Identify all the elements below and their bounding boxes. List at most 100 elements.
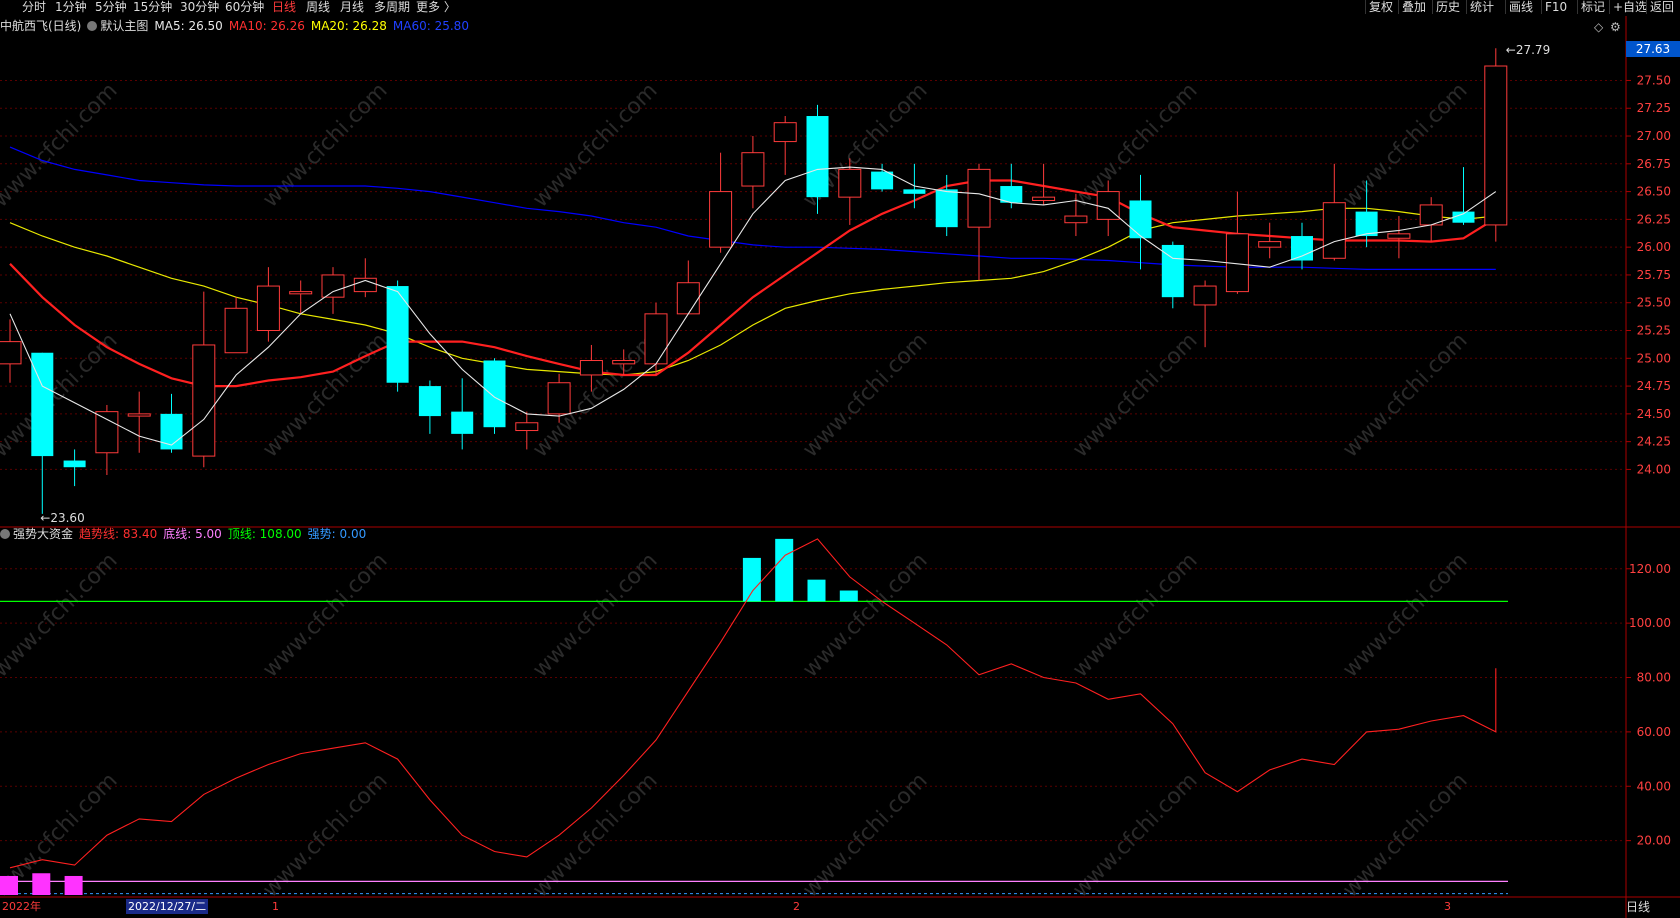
candle-body-up bbox=[838, 168, 862, 198]
toolbar-button-1[interactable]: 叠加 bbox=[1398, 0, 1429, 14]
watermark-text: www.cfchi.com bbox=[258, 768, 392, 902]
candle-body-down bbox=[483, 360, 506, 428]
watermark-text: www.cfchi.com bbox=[1068, 328, 1202, 462]
watermark-text: www.cfchi.com bbox=[1068, 768, 1202, 902]
toolbar-button-3[interactable]: 统计 bbox=[1466, 0, 1497, 14]
toolbar-button-7[interactable]: +自选 bbox=[1609, 0, 1650, 14]
low-strength-bar bbox=[32, 873, 51, 895]
watermark-text: www.cfchi.com bbox=[798, 768, 932, 902]
settings-icon[interactable]: ⚙ bbox=[1610, 20, 1621, 34]
indicator-header: 强势大资金 趋势线: 83.40 底线: 5.00 顶线: 108.00 强势: 0.0… bbox=[0, 528, 372, 542]
candle-body-up bbox=[967, 168, 991, 228]
indicator-tick-label: 120.00 bbox=[1629, 562, 1671, 576]
current-price-tag: 27.63 bbox=[1626, 41, 1680, 57]
main-chart-header: 中航西飞(日线) 默认主图 MA5: 26.50 MA10: 26.26 MA20: 2… bbox=[0, 20, 475, 34]
watermark-text: www.cfchi.com bbox=[258, 78, 392, 212]
price-tick-label: 26.25 bbox=[1637, 212, 1671, 226]
watermark-text: www.cfchi.com bbox=[1338, 768, 1472, 902]
indicator-tick-label: 80.00 bbox=[1637, 671, 1671, 685]
indicator-tick-label: 100.00 bbox=[1629, 616, 1671, 630]
candle-body-up bbox=[0, 341, 22, 365]
price-tick-label: 26.00 bbox=[1637, 240, 1671, 254]
watermark-text: www.cfchi.com bbox=[1338, 328, 1472, 462]
toolbar-button-2[interactable]: 历史 bbox=[1432, 0, 1463, 14]
candle-body-up bbox=[1258, 241, 1282, 248]
low-strength-bar bbox=[64, 875, 83, 895]
candle-body-up bbox=[1032, 196, 1056, 201]
period-tab-9[interactable]: 多周期 bbox=[374, 0, 410, 14]
dropdown-icon[interactable] bbox=[87, 21, 98, 31]
indicator-tick-label: 60.00 bbox=[1637, 725, 1671, 739]
indicator-name[interactable]: 强势大资金 bbox=[13, 527, 73, 541]
watermark-text: www.cfchi.com bbox=[528, 78, 662, 212]
candle-body-up bbox=[1064, 215, 1088, 224]
stock-chart[interactable]: 27.50 27.25 27.00 26.75 26.50 26.25 26.00 25.75… bbox=[0, 0, 1680, 918]
candle-body-up bbox=[1484, 65, 1508, 226]
period-tab-2[interactable]: 5分钟 bbox=[95, 0, 127, 14]
period-tab-10[interactable]: 更多 〉 bbox=[416, 0, 456, 14]
candle-body-up bbox=[127, 413, 151, 417]
period-tab-6[interactable]: 日线 bbox=[272, 0, 296, 14]
price-tick-label: 25.00 bbox=[1637, 351, 1671, 365]
period-tab-0[interactable]: 分时 bbox=[22, 0, 46, 14]
watermark-text: www.cfchi.com bbox=[0, 768, 123, 902]
toolbar-button-5[interactable]: F10 bbox=[1541, 0, 1570, 14]
candle-body-down bbox=[63, 460, 86, 468]
ma60-label: MA60: 25.80 bbox=[392, 19, 469, 33]
top-line-label: 顶线: 108.00 bbox=[227, 527, 302, 541]
watermark-text: www.cfchi.com bbox=[258, 328, 392, 462]
candle-body-up bbox=[644, 313, 668, 365]
bottom-line-label: 底线: 5.00 bbox=[163, 527, 222, 541]
price-tick-label: 24.75 bbox=[1637, 379, 1671, 393]
candle-body-up bbox=[224, 307, 248, 354]
strength-bar bbox=[742, 557, 761, 602]
period-tab-4[interactable]: 30分钟 bbox=[180, 0, 219, 14]
strength-label: 强势: 0.00 bbox=[307, 527, 367, 541]
watermark-text: www.cfchi.com bbox=[0, 78, 123, 212]
stock-title[interactable]: 中航西飞(日线) bbox=[0, 19, 81, 33]
candle-body-up bbox=[612, 360, 636, 365]
ma10-line bbox=[9, 179, 1497, 388]
price-tick-label: 24.50 bbox=[1637, 407, 1671, 421]
toolbar-button-6[interactable]: 标记 bbox=[1577, 0, 1608, 14]
price-tick-label: 25.50 bbox=[1637, 296, 1671, 310]
toolbar-button-8[interactable]: 返回 bbox=[1646, 0, 1677, 14]
candle-body-up bbox=[289, 291, 313, 295]
candle-body-down bbox=[1129, 200, 1152, 239]
candle-body-up bbox=[676, 282, 700, 315]
main-chart-name[interactable]: 默认主图 bbox=[100, 19, 148, 33]
candle-body-up bbox=[741, 152, 765, 187]
period-indicator[interactable]: 日线 bbox=[1626, 900, 1650, 914]
ma10-label: MA10: 26.26 bbox=[228, 19, 305, 33]
watermark-text: www.cfchi.com bbox=[1338, 78, 1472, 212]
period-tab-1[interactable]: 1分钟 bbox=[55, 0, 87, 14]
price-tick-label: 25.75 bbox=[1637, 268, 1671, 282]
candle-body-up bbox=[1387, 233, 1411, 239]
ma20-label: MA20: 26.28 bbox=[310, 19, 387, 33]
candle-body-up bbox=[95, 411, 119, 454]
strength-bar bbox=[775, 538, 794, 602]
candle-body-down bbox=[871, 171, 894, 190]
candle-body-down bbox=[386, 286, 409, 383]
candle-body-up bbox=[1193, 285, 1217, 306]
toolbar-button-0[interactable]: 复权 bbox=[1365, 0, 1396, 14]
period-tab-5[interactable]: 60分钟 bbox=[225, 0, 264, 14]
toolbar-button-4[interactable]: 画线 bbox=[1505, 0, 1536, 14]
period-tab-3[interactable]: 15分钟 bbox=[133, 0, 172, 14]
ma5-line bbox=[9, 166, 1497, 446]
price-tick-label: 25.25 bbox=[1637, 324, 1671, 338]
watermark-text: www.cfchi.com bbox=[1068, 78, 1202, 212]
price-tick-label: 24.25 bbox=[1637, 435, 1671, 449]
max-price-label: ←27.79 bbox=[1506, 43, 1550, 57]
diamond-icon[interactable]: ◇ bbox=[1594, 20, 1603, 34]
price-tick-label: 26.75 bbox=[1637, 157, 1671, 171]
trend-line-label: 趋势线: 83.40 bbox=[79, 527, 158, 541]
period-tab-7[interactable]: 周线 bbox=[306, 0, 330, 14]
collapse-icon[interactable] bbox=[0, 529, 10, 539]
candle-body-down bbox=[1355, 211, 1378, 237]
period-tab-8[interactable]: 月线 bbox=[340, 0, 364, 14]
candle-body-down bbox=[935, 189, 958, 228]
candle-body-up bbox=[773, 122, 797, 143]
candle-body-down bbox=[1291, 236, 1313, 261]
candle-body-up bbox=[256, 285, 280, 332]
